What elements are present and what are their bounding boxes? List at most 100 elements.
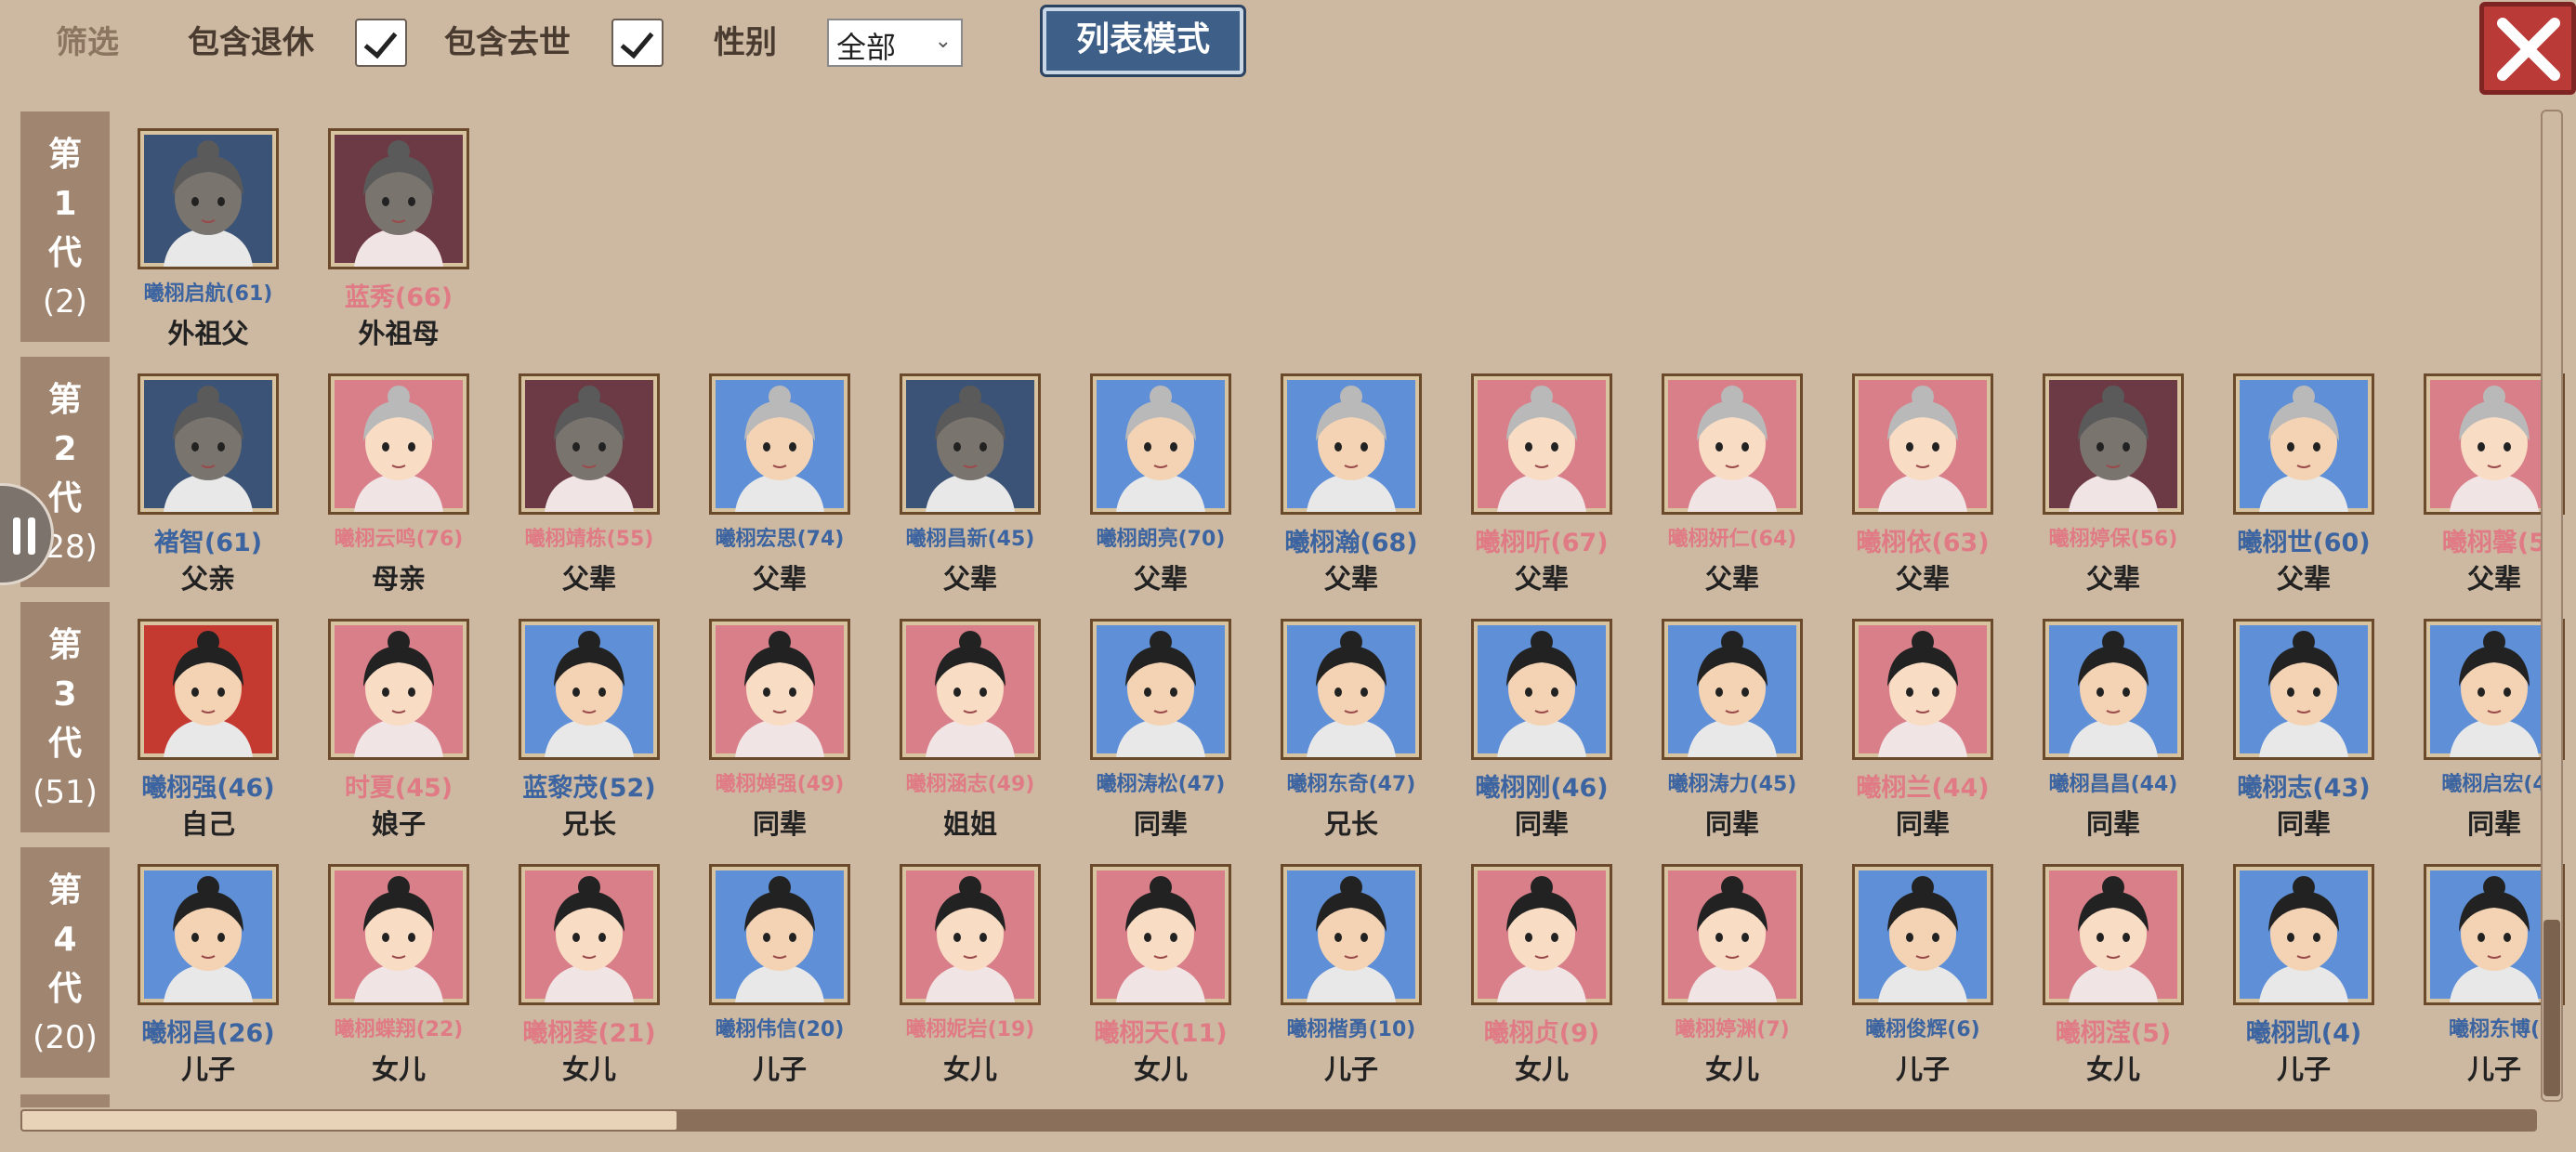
member-card[interactable]: 曦栩靖栋(55) 父辈 <box>511 373 667 596</box>
member-portrait <box>709 864 850 1005</box>
member-name: 曦栩涛松(47) <box>1096 773 1226 796</box>
member-portrait <box>900 373 1041 515</box>
member-card[interactable]: 曦栩云鸣(76) 母亲 <box>321 373 477 596</box>
member-card[interactable]: 蓝黎茂(52) 兄长 <box>511 619 667 842</box>
member-portrait <box>1852 619 1993 760</box>
generation-label-char: 第 <box>47 136 82 174</box>
member-portrait <box>709 619 850 760</box>
member-card[interactable]: 曦栩妮岩(19) 女儿 <box>892 864 1048 1087</box>
member-relation: 女儿 <box>1704 1054 1759 1085</box>
member-portrait <box>1090 619 1231 760</box>
member-card[interactable]: 时夏(45) 娘子 <box>321 619 477 842</box>
member-card[interactable]: 曦栩涵志(49) 姐姐 <box>892 619 1048 842</box>
member-portrait <box>709 373 850 515</box>
member-card[interactable]: 褚智(61) 父亲 <box>130 373 286 596</box>
member-name: 曦栩菱(21) <box>522 1019 656 1048</box>
generation-row: 第 2 代 (28) 褚智(61) 父亲 曦栩云鸣(76) 母亲 曦栩靖栋(55) 父辈 曦栩宏思(… <box>0 357 2565 600</box>
member-relation: 儿子 <box>180 1054 235 1085</box>
generation-label: 第 1 代 (2) <box>20 111 110 342</box>
member-card[interactable]: 曦栩昌新(45) 父辈 <box>892 373 1048 596</box>
horizontal-scrollbar[interactable] <box>20 1109 2537 1132</box>
member-card[interactable]: 曦栩妍仁(64) 父辈 <box>1654 373 1810 596</box>
member-card[interactable]: 曦栩东奇(47) 兄长 <box>1273 619 1429 842</box>
include-deceased-checkbox[interactable] <box>611 19 664 67</box>
member-card[interactable]: 曦栩涛松(47) 同辈 <box>1083 619 1239 842</box>
generation-count: (2) <box>42 283 88 321</box>
member-card[interactable]: 曦栩刚(46) 同辈 <box>1464 619 1620 842</box>
member-portrait <box>2043 619 2184 760</box>
member-name: 曦栩妮岩(19) <box>905 1018 1035 1041</box>
horizontal-scrollbar-thumb[interactable] <box>20 1109 678 1132</box>
member-name: 曦栩涛力(45) <box>1667 773 1797 796</box>
member-portrait <box>328 128 469 269</box>
member-card[interactable]: 曦栩兰(44) 同辈 <box>1845 619 2001 842</box>
member-card[interactable]: 蓝秀(66) 外祖母 <box>321 128 477 351</box>
member-card[interactable]: 曦栩世(60) 父辈 <box>2226 373 2382 596</box>
member-name: 曦栩妍仁(64) <box>1667 528 1797 551</box>
member-portrait <box>328 864 469 1005</box>
member-relation: 女儿 <box>561 1054 616 1085</box>
member-card[interactable]: 曦栩宏思(74) 父辈 <box>702 373 858 596</box>
list-mode-button[interactable]: 列表模式 <box>1043 7 1243 74</box>
member-relation: 女儿 <box>1133 1054 1188 1085</box>
gender-select[interactable]: 全部 ⌄ <box>827 19 963 67</box>
member-card[interactable]: 曦栩蝶翔(22) 女儿 <box>321 864 477 1087</box>
member-relation: 同辈 <box>752 808 807 840</box>
member-portrait <box>900 619 1041 760</box>
member-card[interactable]: 曦栩凯(4) 儿子 <box>2226 864 2382 1087</box>
member-card[interactable]: 曦栩昌(26) 儿子 <box>130 864 286 1087</box>
member-card[interactable]: 曦栩依(63) 父辈 <box>1845 373 2001 596</box>
close-button[interactable] <box>2479 2 2576 95</box>
generation-label-char: 4 <box>53 921 77 959</box>
member-card[interactable]: 曦栩伟信(20) 儿子 <box>702 864 858 1087</box>
member-card[interactable]: 曦栩启航(61) 外祖父 <box>130 128 286 351</box>
member-card[interactable]: 曦栩滢(5) 女儿 <box>2035 864 2191 1087</box>
member-card[interactable]: 曦栩婷保(56) 父辈 <box>2035 373 2191 596</box>
member-card[interactable]: 曦栩昌昌(44) 同辈 <box>2035 619 2191 842</box>
member-portrait <box>1471 619 1612 760</box>
member-name: 曦栩婵强(49) <box>715 773 845 796</box>
member-card[interactable]: 曦栩涛力(45) 同辈 <box>1654 619 1810 842</box>
member-card[interactable]: 曦栩婵强(49) 同辈 <box>702 619 858 842</box>
member-card[interactable]: 曦栩楷勇(10) 儿子 <box>1273 864 1429 1087</box>
vertical-scrollbar[interactable] <box>2541 110 2563 1102</box>
member-portrait <box>2043 864 2184 1005</box>
member-relation: 女儿 <box>942 1054 997 1085</box>
member-name: 曦栩昌新(45) <box>905 528 1035 551</box>
member-card[interactable]: 曦栩天(11) 女儿 <box>1083 864 1239 1087</box>
member-portrait <box>1281 864 1422 1005</box>
generation-label-next <box>20 1094 110 1107</box>
member-name: 曦栩涵志(49) <box>905 773 1035 796</box>
member-card[interactable]: 曦栩婷渊(7) 女儿 <box>1654 864 1810 1087</box>
member-card[interactable]: 曦栩瀚(68) 父辈 <box>1273 373 1429 596</box>
member-name: 褚智(61) <box>153 529 263 557</box>
member-name: 曦栩启航(61) <box>143 282 273 306</box>
member-name: 曦栩瀚(68) <box>1284 529 1418 557</box>
member-portrait <box>328 373 469 515</box>
member-card[interactable]: 曦栩志(43) 同辈 <box>2226 619 2382 842</box>
generation-label-char: 代 <box>47 725 82 763</box>
member-card[interactable]: 曦栩菱(21) 女儿 <box>511 864 667 1087</box>
include-retired-checkbox[interactable] <box>355 19 407 67</box>
member-name: 曦栩刚(46) <box>1475 774 1609 803</box>
member-card[interactable]: 曦栩强(46) 自己 <box>130 619 286 842</box>
member-name: 曦栩宏思(74) <box>715 528 845 551</box>
member-card[interactable]: 曦栩贞(9) 女儿 <box>1464 864 1620 1087</box>
member-portrait <box>2043 373 2184 515</box>
member-name: 曦栩靖栋(55) <box>524 528 654 551</box>
member-relation: 同辈 <box>1514 808 1569 840</box>
member-relation: 父亲 <box>180 563 235 595</box>
member-card[interactable]: 曦栩听(67) 父辈 <box>1464 373 1620 596</box>
member-card[interactable]: 曦栩朗亮(70) 父辈 <box>1083 373 1239 596</box>
member-card[interactable]: 曦栩俊辉(6) 儿子 <box>1845 864 2001 1087</box>
generation-label-char: 1 <box>53 185 77 223</box>
vertical-scrollbar-thumb[interactable] <box>2543 920 2560 1096</box>
member-portrait <box>2233 619 2374 760</box>
member-relation: 娘子 <box>371 808 426 840</box>
member-portrait <box>900 864 1041 1005</box>
generation-row: 第 1 代 (2) 曦栩启航(61) 外祖父 蓝秀(66) 外祖母 <box>0 111 2537 355</box>
generation-count: (51) <box>33 774 98 811</box>
member-name: 曦栩婷渊(7) <box>1675 1018 1790 1041</box>
generation-label-char: 2 <box>53 430 77 468</box>
member-portrait <box>138 619 279 760</box>
